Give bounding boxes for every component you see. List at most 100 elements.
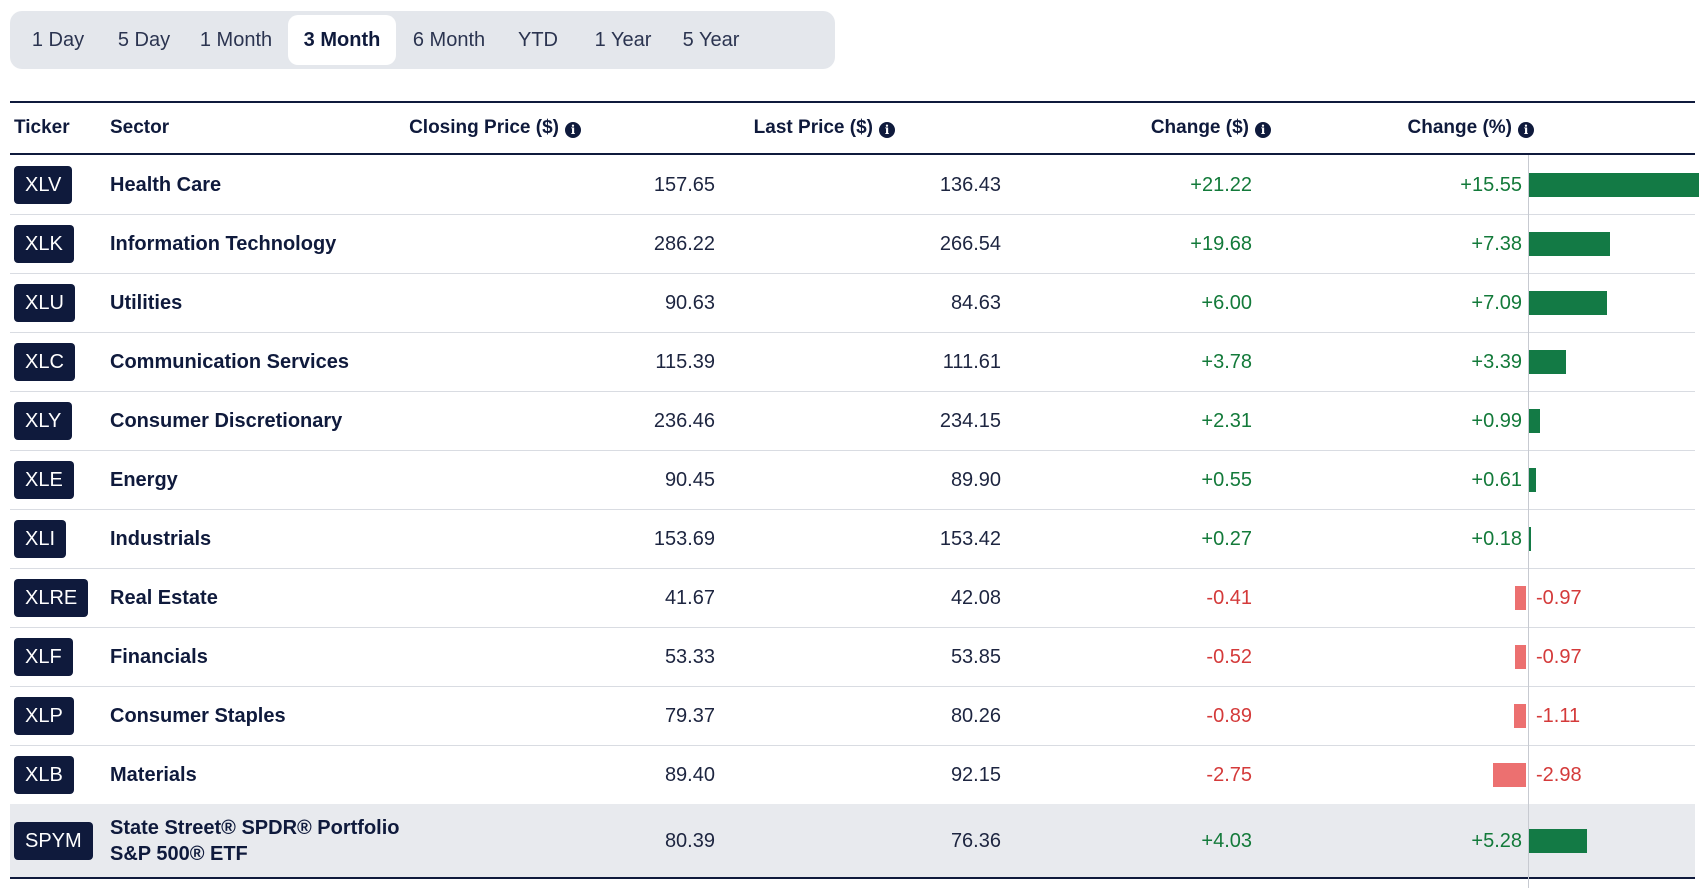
change-dollar: -0.41: [1206, 586, 1252, 609]
last-price: 84.63: [950, 291, 1001, 314]
change-percent-bar: [1515, 644, 1526, 669]
change-percent-zero-axis: [1528, 155, 1529, 888]
table-row[interactable]: XLV Health Care 157.65 136.43 +21.22 +15.55: [10, 155, 1699, 215]
closing-price: 41.67: [664, 586, 715, 609]
change-dollar: +0.27: [1201, 527, 1252, 550]
change-percent-bar: [1513, 703, 1526, 728]
last-price: 76.36: [950, 829, 1001, 852]
tab-1-year[interactable]: 1 Year: [582, 15, 664, 65]
change-percent-bar: [1529, 467, 1536, 492]
time-range-tabs: 1 Day 5 Day 1 Month 3 Month 6 Month YTD 1 Year…: [10, 11, 835, 69]
header-change-percent[interactable]: Change (%) i: [1408, 103, 1534, 153]
ticker-badge[interactable]: XLB: [14, 755, 74, 794]
last-price: 136.43: [939, 173, 1001, 196]
tab-5-year[interactable]: 5 Year: [670, 15, 752, 65]
table-row[interactable]: XLB Materials 89.40 92.15 -2.75 -2.98: [10, 745, 1695, 805]
table-row[interactable]: XLRE Real Estate 41.67 42.08 -0.41 -0.97: [10, 568, 1695, 628]
sector-name: Financials: [110, 645, 208, 668]
tab-1-month[interactable]: 1 Month: [190, 15, 282, 65]
table-row[interactable]: XLY Consumer Discretionary 236.46 234.15 +2.…: [10, 391, 1695, 451]
closing-price: 90.45: [664, 468, 715, 491]
table-row[interactable]: XLP Consumer Staples 79.37 80.26 -0.89 -1.11: [10, 686, 1695, 746]
tab-3-month[interactable]: 3 Month: [288, 15, 396, 65]
sector-name: Industrials: [110, 527, 212, 550]
change-percent: +15.55: [1460, 173, 1522, 196]
last-price: 80.26: [950, 704, 1001, 727]
change-percent: -0.97: [1536, 586, 1582, 609]
change-percent-bar: [1493, 762, 1526, 787]
header-change-dollar[interactable]: Change ($) i: [1151, 103, 1271, 153]
change-dollar: -0.89: [1206, 704, 1252, 727]
change-dollar: +6.00: [1201, 291, 1252, 314]
closing-price: 53.33: [664, 645, 715, 668]
last-price: 53.85: [950, 645, 1001, 668]
change-dollar: +4.03: [1201, 829, 1252, 852]
ticker-badge[interactable]: XLY: [14, 401, 73, 440]
table-row[interactable]: XLK Information Technology 286.22 266.54 +19…: [10, 214, 1695, 274]
change-dollar: +2.31: [1201, 409, 1252, 432]
header-last-price[interactable]: Last Price ($) i: [754, 103, 895, 153]
tab-1-day[interactable]: 1 Day: [18, 15, 98, 65]
info-icon[interactable]: i: [1255, 122, 1271, 138]
sector-name: Communication Services: [110, 350, 349, 373]
header-sector[interactable]: Sector: [110, 103, 169, 153]
change-percent: +7.09: [1471, 291, 1522, 314]
sector-name: State Street® SPDR® Portfolio S&P 500® ET…: [110, 815, 400, 867]
change-dollar: -0.52: [1206, 645, 1252, 668]
header-ticker[interactable]: Ticker: [14, 103, 70, 153]
table-row[interactable]: XLF Financials 53.33 53.85 -0.52 -0.97: [10, 627, 1695, 687]
ticker-badge[interactable]: XLE: [14, 460, 74, 499]
info-icon[interactable]: i: [565, 122, 581, 138]
tab-5-day[interactable]: 5 Day: [102, 15, 186, 65]
table-row[interactable]: XLI Industrials 153.69 153.42 +0.27 +0.18: [10, 509, 1695, 569]
table-row[interactable]: SPYM State Street® SPDR® Portfolio S&P 500…: [10, 804, 1695, 879]
sector-name: Utilities: [110, 291, 183, 314]
change-percent-bar: [1515, 585, 1526, 610]
change-percent: +0.99: [1471, 409, 1522, 432]
sector-name: Health Care: [110, 173, 222, 196]
sector-name: Consumer Staples: [110, 704, 286, 727]
closing-price: 80.39: [664, 829, 715, 852]
change-percent-bar: [1529, 290, 1607, 315]
ticker-badge[interactable]: XLU: [14, 283, 75, 322]
change-percent-bar: [1529, 408, 1540, 433]
table-row[interactable]: XLE Energy 90.45 89.90 +0.55 +0.61: [10, 450, 1695, 510]
change-percent: +3.39: [1471, 350, 1522, 373]
change-percent: -2.98: [1536, 763, 1582, 786]
ticker-badge[interactable]: XLI: [14, 519, 67, 558]
ticker-badge[interactable]: XLC: [14, 342, 75, 381]
change-percent-bar: [1529, 231, 1610, 256]
info-icon[interactable]: i: [879, 122, 895, 138]
sector-name: Materials: [110, 763, 197, 786]
info-icon[interactable]: i: [1518, 122, 1534, 138]
closing-price: 157.65: [653, 173, 715, 196]
table-row[interactable]: XLC Communication Services 115.39 111.61 +3.…: [10, 332, 1695, 392]
closing-price: 115.39: [655, 350, 715, 373]
last-price: 89.90: [950, 468, 1001, 491]
tab-ytd[interactable]: YTD: [506, 15, 570, 65]
change-dollar: -2.75: [1206, 763, 1252, 786]
change-percent: +0.18: [1471, 527, 1522, 550]
closing-price: 90.63: [664, 291, 715, 314]
sector-name: Information Technology: [110, 232, 337, 255]
table-row[interactable]: XLU Utilities 90.63 84.63 +6.00 +7.09: [10, 273, 1695, 333]
change-percent: +5.28: [1471, 829, 1522, 852]
ticker-badge[interactable]: XLRE: [14, 578, 89, 617]
closing-price: 89.40: [664, 763, 715, 786]
sector-name: Consumer Discretionary: [110, 409, 343, 432]
ticker-badge[interactable]: SPYM: [14, 821, 93, 860]
sector-name: Real Estate: [110, 586, 218, 609]
header-closing-price[interactable]: Closing Price ($) i: [409, 103, 581, 153]
ticker-badge[interactable]: XLF: [14, 637, 73, 676]
last-price: 234.15: [939, 409, 1001, 432]
ticker-badge[interactable]: XLK: [14, 224, 74, 263]
ticker-badge[interactable]: XLP: [14, 696, 74, 735]
tab-6-month[interactable]: 6 Month: [398, 15, 500, 65]
change-dollar: +21.22: [1190, 173, 1252, 196]
change-percent: +7.38: [1471, 232, 1522, 255]
last-price: 92.15: [950, 763, 1001, 786]
last-price: 266.54: [939, 232, 1001, 255]
change-percent-bar: [1529, 349, 1567, 374]
change-percent: +0.61: [1471, 468, 1522, 491]
ticker-badge[interactable]: XLV: [14, 165, 73, 204]
